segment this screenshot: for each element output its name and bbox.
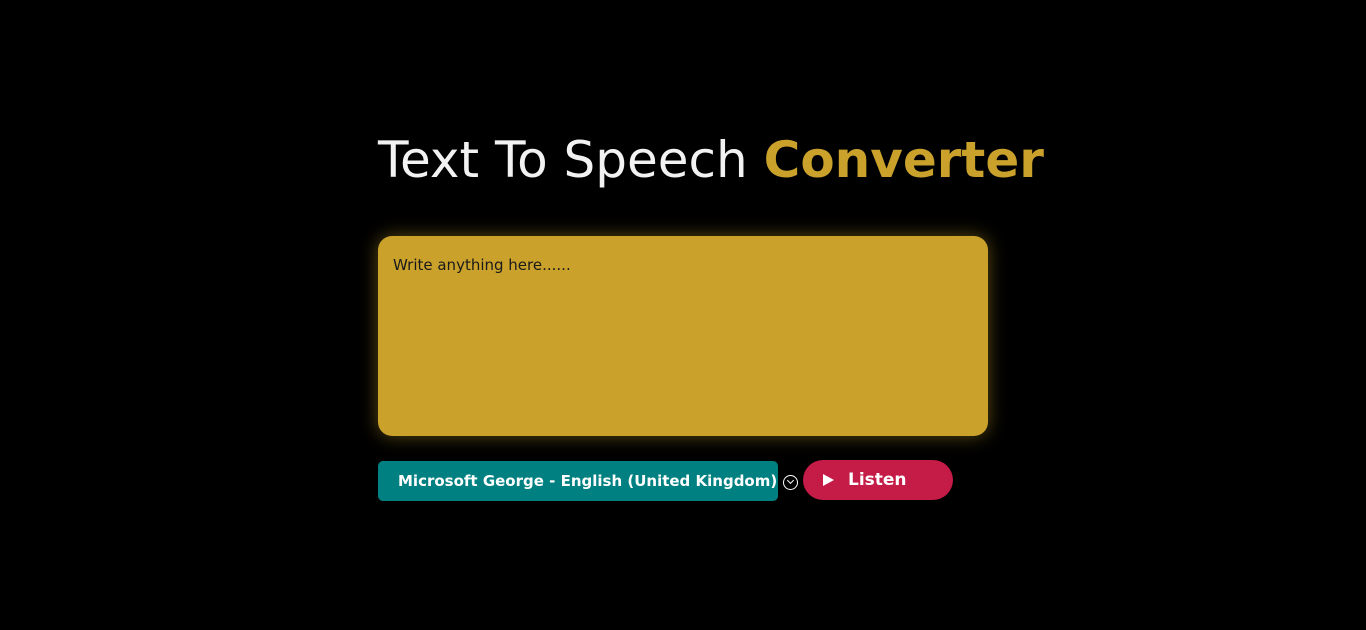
listen-button-label: Listen bbox=[848, 470, 907, 490]
voice-select[interactable]: Microsoft George - English (United Kingd… bbox=[378, 461, 799, 501]
text-input[interactable] bbox=[378, 236, 988, 436]
page-title: Text To Speech Converter bbox=[378, 128, 1044, 192]
app-container: Text To Speech Converter Microsoft Georg… bbox=[378, 0, 1044, 630]
play-icon bbox=[823, 474, 834, 486]
listen-button[interactable]: Listen bbox=[803, 460, 953, 500]
chevron-down-circle-icon bbox=[783, 475, 799, 490]
controls-row: Microsoft George - English (United Kingd… bbox=[378, 460, 988, 502]
title-main: Text To Speech bbox=[378, 131, 764, 189]
title-accent: Converter bbox=[763, 131, 1044, 189]
voice-select-value: Microsoft George - English (United Kingd… bbox=[398, 472, 778, 490]
